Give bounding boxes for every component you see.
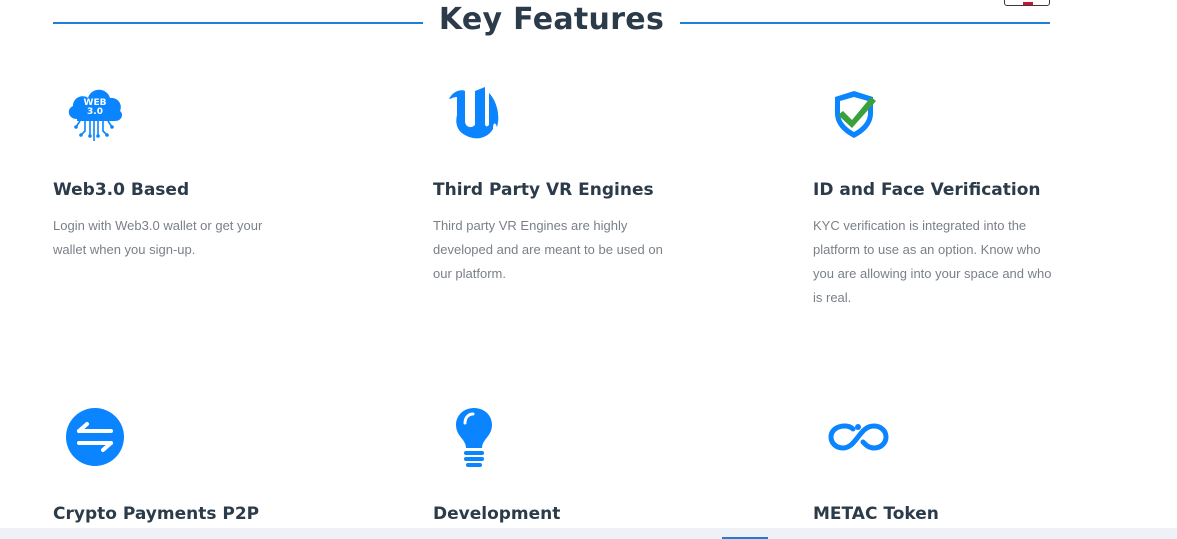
infinity-token-icon <box>823 406 889 468</box>
feature-title: METAC Token <box>813 504 939 524</box>
feature-title: Third Party VR Engines <box>433 180 654 200</box>
feature-title: ID and Face Verification <box>813 180 1041 200</box>
unreal-engine-icon <box>443 83 505 145</box>
feature-description: KYC verification is integrated into the … <box>813 218 1052 305</box>
shield-check-icon <box>823 83 885 145</box>
section-title: Key Features <box>438 2 665 37</box>
feature-title: Development <box>433 504 561 524</box>
web3-icon-text-bottom: 3.0 <box>87 107 103 117</box>
horizontal-scrollbar[interactable] <box>0 528 1177 539</box>
feature-title: Web3.0 Based <box>53 180 190 200</box>
web3-cloud-icon: WEB 3.0 <box>63 83 125 145</box>
title-divider-left <box>53 22 423 24</box>
feature-description: Login with Web3.0 wallet or get your wal… <box>53 218 263 257</box>
title-divider-right <box>680 22 1050 24</box>
feature-title: Crypto Payments P2P <box>53 504 260 524</box>
exchange-arrows-icon <box>63 406 125 468</box>
feature-description: Third party VR Engines are highly develo… <box>433 218 663 281</box>
section-header: Key Features <box>0 0 1177 48</box>
flag-icon[interactable] <box>1004 0 1050 6</box>
lightbulb-icon <box>443 406 505 468</box>
